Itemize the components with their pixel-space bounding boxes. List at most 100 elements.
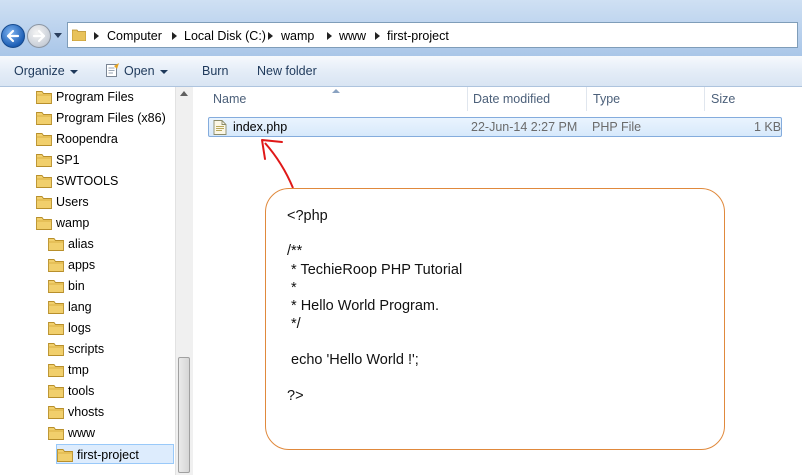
folder-icon xyxy=(48,364,64,377)
column-divider[interactable] xyxy=(467,87,468,111)
sidebar-item-program-files-x86[interactable]: Program Files (x86) xyxy=(36,108,174,128)
sidebar-item-label: Roopendra xyxy=(56,132,118,146)
folder-icon xyxy=(36,154,52,167)
breadcrumb-separator-icon[interactable] xyxy=(268,32,273,40)
sidebar-item-label: wamp xyxy=(56,216,90,230)
sidebar-item-alias[interactable]: alias xyxy=(48,234,174,254)
file-row[interactable]: index.php 22-Jun-14 2:27 PM PHP File 1 K… xyxy=(208,117,782,137)
open-label: Open xyxy=(124,64,155,78)
sidebar-item-label: lang xyxy=(68,300,92,314)
folder-icon xyxy=(57,449,73,462)
sidebar-item-swtools[interactable]: SWTOOLS xyxy=(36,171,174,191)
sidebar-item-label: alias xyxy=(68,237,94,251)
sidebar-item-lang[interactable]: lang xyxy=(48,297,174,317)
breadcrumb-separator-icon[interactable] xyxy=(375,32,380,40)
folder-icon xyxy=(48,280,64,293)
folder-icon xyxy=(36,217,52,230)
sidebar-item-logs[interactable]: logs xyxy=(48,318,174,338)
sidebar-item-sp1[interactable]: SP1 xyxy=(36,150,174,170)
nav-scrollbar[interactable] xyxy=(175,87,193,475)
folder-icon xyxy=(48,427,64,440)
sidebar-item-label: tools xyxy=(68,384,95,398)
sidebar-item-label: Program Files (x86) xyxy=(56,111,166,125)
organize-button[interactable]: Organize xyxy=(14,63,78,79)
column-header-date[interactable]: Date modified xyxy=(473,87,550,111)
sidebar-item-bin[interactable]: bin xyxy=(48,276,174,296)
php-code-callout: <?php /** * TechieRoop PHP Tutorial * * … xyxy=(265,188,725,450)
column-header-name[interactable]: Name xyxy=(213,87,246,111)
scrollbar-thumb[interactable] xyxy=(178,357,190,473)
code-line: <?php xyxy=(287,208,328,224)
column-divider[interactable] xyxy=(704,87,705,111)
new-folder-button[interactable]: New folder xyxy=(257,63,317,79)
sidebar-item-users[interactable]: Users xyxy=(36,192,174,212)
column-header-type[interactable]: Type xyxy=(593,87,620,111)
address-bar-area: Computer Local Disk (C:) wamp www first-… xyxy=(0,0,802,56)
back-arrow-icon xyxy=(6,29,20,43)
column-header-size[interactable]: Size xyxy=(711,87,735,111)
burn-button[interactable]: Burn xyxy=(202,63,228,79)
folder-icon xyxy=(48,343,64,356)
sidebar-item-apps[interactable]: apps xyxy=(48,255,174,275)
sidebar-item-label: vhosts xyxy=(68,405,105,419)
forward-button[interactable] xyxy=(27,24,51,48)
sidebar-item-www[interactable]: www xyxy=(48,423,174,443)
sidebar-item-label: apps xyxy=(68,258,96,272)
address-input[interactable]: Computer Local Disk (C:) wamp www first-… xyxy=(67,22,798,48)
folder-icon xyxy=(48,238,64,251)
file-date-modified: 22-Jun-14 2:27 PM xyxy=(471,120,578,134)
chevron-down-icon xyxy=(69,69,78,74)
sidebar-item-wamp[interactable]: wamp xyxy=(36,213,174,233)
file-name: index.php xyxy=(233,120,288,134)
sidebar-item-tools[interactable]: tools xyxy=(48,381,174,401)
breadcrumb-wamp[interactable]: wamp xyxy=(281,28,314,44)
breadcrumb-separator-icon[interactable] xyxy=(172,32,177,40)
scroll-up-icon[interactable] xyxy=(180,91,188,96)
sidebar-item-scripts[interactable]: scripts xyxy=(48,339,174,359)
sidebar-item-program-files[interactable]: Program Files xyxy=(36,87,174,107)
code-line: ?> xyxy=(287,388,304,404)
sidebar-item-tmp[interactable]: tmp xyxy=(48,360,174,380)
code-line: echo 'Hello World !'; xyxy=(287,352,419,368)
code-line: * TechieRoop PHP Tutorial xyxy=(287,262,463,278)
sidebar-item-label: Program Files xyxy=(56,90,134,104)
sidebar-item-first-project[interactable]: first-project xyxy=(56,444,174,464)
breadcrumb-computer[interactable]: Computer xyxy=(107,28,162,44)
sidebar-item-roopendra[interactable]: Roopendra xyxy=(36,129,174,149)
folder-icon xyxy=(48,301,64,314)
open-button[interactable]: Open xyxy=(105,63,168,79)
code-line: * xyxy=(287,280,297,296)
breadcrumb-separator-icon[interactable] xyxy=(327,32,332,40)
folder-icon xyxy=(48,385,64,398)
breadcrumb-first-project[interactable]: first-project xyxy=(387,28,449,44)
sidebar-item-label: SP1 xyxy=(56,153,80,167)
breadcrumb-www[interactable]: www xyxy=(339,28,366,44)
column-divider[interactable] xyxy=(586,87,587,111)
recent-pages-chevron-icon[interactable] xyxy=(54,33,62,38)
chevron-down-icon xyxy=(159,69,168,74)
php-file-icon xyxy=(213,120,227,135)
sort-ascending-icon xyxy=(332,89,340,93)
folder-icon xyxy=(36,133,52,146)
folder-icon xyxy=(36,196,52,209)
sidebar-item-label: tmp xyxy=(68,363,89,377)
sidebar-item-label: bin xyxy=(68,279,85,293)
sidebar-item-label: Users xyxy=(56,195,89,209)
breadcrumb-separator-icon[interactable] xyxy=(94,32,99,40)
sidebar-item-label: scripts xyxy=(68,342,105,356)
folder-icon xyxy=(48,322,64,335)
forward-arrow-icon xyxy=(32,29,46,43)
breadcrumb-local-disk[interactable]: Local Disk (C:) xyxy=(184,28,266,44)
code-line: * Hello World Program. xyxy=(287,298,440,314)
sidebar-item-label: logs xyxy=(68,321,91,335)
file-size: 1 KB xyxy=(754,120,782,134)
sidebar-item-label: SWTOOLS xyxy=(56,174,119,188)
organize-label: Organize xyxy=(14,64,65,78)
open-document-icon xyxy=(106,63,119,77)
folder-icon xyxy=(72,29,86,41)
code-line: /** xyxy=(287,243,303,259)
folder-icon xyxy=(48,259,64,272)
back-button[interactable] xyxy=(1,24,25,48)
sidebar-item-vhosts[interactable]: vhosts xyxy=(48,402,174,422)
folder-icon xyxy=(36,175,52,188)
